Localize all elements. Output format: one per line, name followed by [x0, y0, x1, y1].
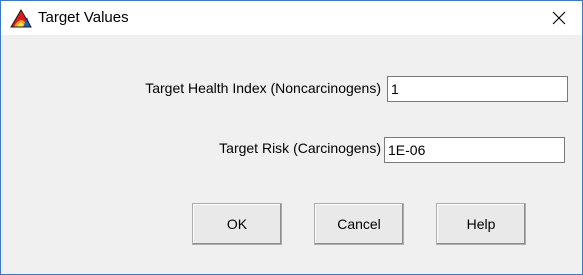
health-index-input[interactable] [387, 76, 568, 102]
risk-input[interactable] [384, 137, 565, 163]
health-index-label: Target Health Index (Noncarcinogens) [145, 80, 381, 96]
ok-button[interactable]: OK [192, 203, 282, 245]
risk-label: Target Risk (Carcinogens) [219, 140, 381, 156]
cancel-button[interactable]: Cancel [314, 203, 404, 245]
app-icon [10, 9, 32, 28]
help-button[interactable]: Help [436, 203, 526, 245]
close-button[interactable] [536, 1, 582, 35]
title-bar[interactable]: Target Values [1, 1, 582, 35]
target-values-dialog: Target Values Target Health Index (Nonca… [0, 0, 583, 275]
close-icon [552, 11, 566, 25]
window-title: Target Values [38, 9, 129, 26]
